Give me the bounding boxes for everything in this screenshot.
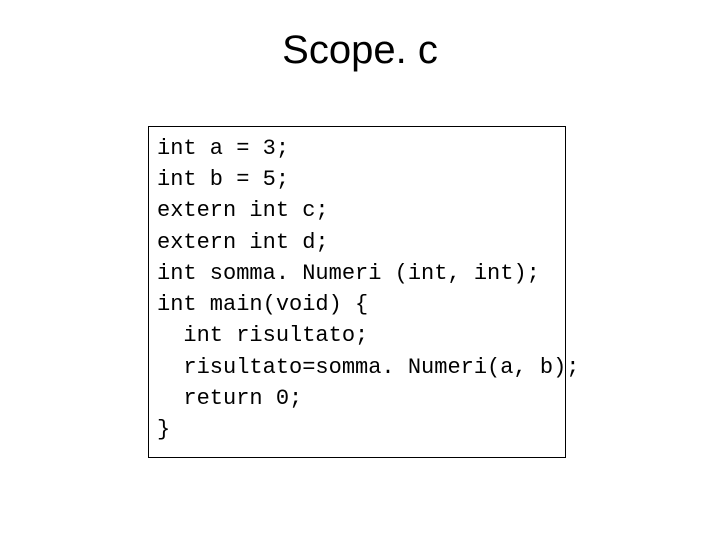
slide-title: Scope. c	[0, 28, 720, 73]
code-block-container: int a = 3; int b = 5; extern int c; exte…	[148, 126, 566, 458]
code-block: int a = 3; int b = 5; extern int c; exte…	[157, 133, 557, 445]
